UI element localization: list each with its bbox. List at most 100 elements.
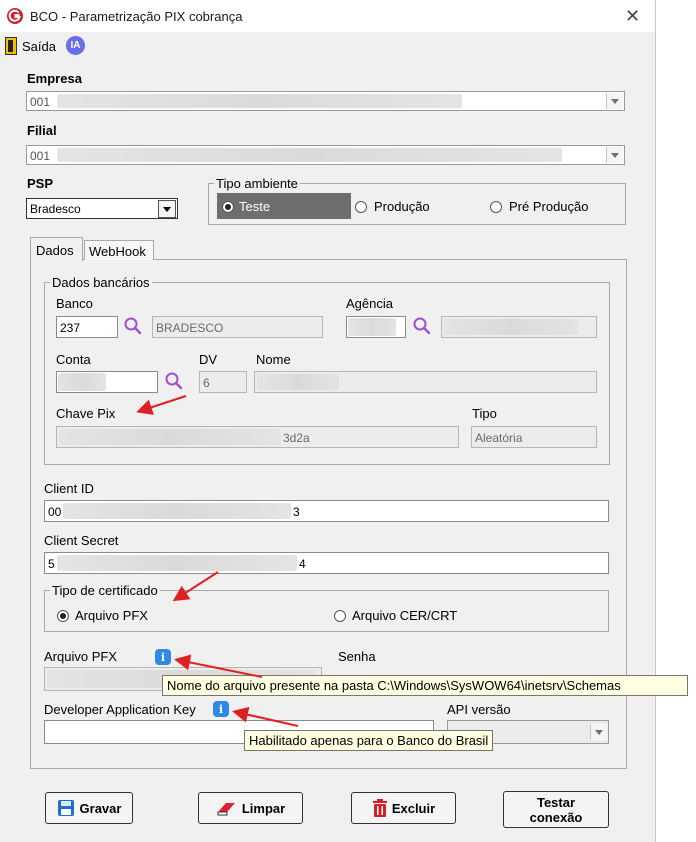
ambiente-label: Tipo ambiente (214, 176, 300, 191)
chave-pix-value: 3d2a (283, 431, 310, 445)
chevron-down-icon[interactable] (590, 724, 607, 740)
dv-label: DV (199, 352, 218, 367)
client-secret-value-end: 4 (299, 557, 306, 571)
dv-value: 6 (203, 376, 210, 390)
testar-label-line2: conexão (529, 809, 583, 825)
eraser-icon (217, 803, 235, 816)
conta-input[interactable] (56, 371, 158, 393)
search-icon[interactable] (123, 316, 143, 336)
empresa-value: 001 (30, 95, 51, 109)
radio-empty-icon (334, 610, 346, 622)
agencia-label: Agência (346, 296, 393, 311)
client-id-input[interactable]: 00 3 (44, 500, 609, 522)
gravar-label: Gravar (79, 800, 122, 816)
api-versao-label: API versão (447, 702, 511, 717)
menu-bar: Saída IA (0, 32, 655, 60)
redacted-blur (444, 319, 578, 335)
ai-assistant-icon[interactable]: IA (66, 36, 85, 55)
banco-nome-field: BRADESCO (152, 316, 323, 338)
excluir-button[interactable]: Excluir (351, 792, 456, 824)
psp-select[interactable]: Bradesco (26, 198, 178, 219)
chevron-down-icon[interactable] (158, 200, 176, 218)
testar-label-line1: Testar (536, 794, 576, 810)
trash-icon (372, 799, 387, 817)
radio-teste[interactable]: Teste (217, 193, 351, 219)
dev-key-tooltip: Habilitado apenas para o Banco do Brasil (244, 730, 494, 751)
empresa-select[interactable]: 001 (26, 91, 625, 111)
chave-pix-label: Chave Pix (56, 406, 116, 421)
redacted-blur (63, 503, 291, 519)
info-icon[interactable]: i (213, 701, 229, 717)
tipo-value: Aleatória (475, 431, 523, 445)
certificado-label: Tipo de certificado (50, 583, 160, 598)
arquivo-pfx-label: Arquivo PFX (44, 649, 117, 664)
tab-webhook[interactable]: WebHook (84, 240, 154, 260)
radio-cer-label: Arquivo CER/CRT (352, 608, 458, 623)
radio-pre-producao-label: Pré Produção (509, 199, 589, 214)
app-logo-icon (7, 8, 23, 24)
nome-field (254, 371, 597, 393)
senha-label: Senha (338, 649, 376, 664)
client-id-value-start: 00 (48, 505, 62, 519)
redacted-blur (57, 148, 562, 162)
dev-key-label: Developer Application Key (44, 702, 196, 717)
tab-dados[interactable]: Dados (30, 237, 83, 261)
arquivo-pfx-tooltip: Nome do arquivo presente na pasta C:\Win… (162, 675, 688, 696)
radio-selected-icon (57, 610, 69, 622)
radio-selected-icon (222, 201, 234, 213)
tipo-label: Tipo (472, 406, 497, 421)
redacted-blur (58, 373, 106, 391)
limpar-label: Limpar (241, 800, 286, 816)
psp-label: PSP (27, 176, 54, 191)
conta-label: Conta (56, 352, 91, 367)
radio-empty-icon (355, 201, 367, 213)
info-icon[interactable]: i (155, 649, 171, 665)
exit-door-icon[interactable] (5, 37, 17, 55)
agencia-nome-field (441, 316, 597, 338)
search-icon[interactable] (164, 371, 184, 391)
chave-pix-field: 3d2a (56, 426, 459, 448)
exit-menu-item[interactable]: Saída (22, 39, 56, 54)
redacted-blur (59, 429, 281, 445)
redacted-blur (257, 374, 339, 390)
dados-bancarios-label: Dados bancários (50, 275, 152, 290)
tipo-field: Aleatória (471, 426, 597, 448)
banco-codigo-input[interactable]: 237 (56, 316, 118, 338)
radio-producao-label: Produção (374, 199, 430, 214)
psp-value: Bradesco (30, 202, 81, 216)
nome-label: Nome (256, 352, 291, 367)
window-title: BCO - Parametrização PIX cobrança (30, 9, 243, 24)
radio-empty-icon (490, 201, 502, 213)
client-secret-input[interactable]: 5 4 (44, 552, 609, 574)
save-icon (57, 800, 74, 816)
filial-label: Filial (27, 123, 57, 138)
filial-select[interactable]: 001 (26, 145, 625, 165)
limpar-button[interactable]: Limpar (198, 792, 303, 824)
client-id-label: Client ID (44, 481, 94, 496)
excluir-label: Excluir (391, 800, 436, 816)
tab-webhook-label: WebHook (89, 244, 146, 259)
dv-field: 6 (199, 371, 247, 393)
banco-codigo-value: 237 (60, 321, 81, 335)
title-bar: BCO - Parametrização PIX cobrança ✕ (0, 0, 655, 32)
chevron-down-icon[interactable] (606, 93, 623, 109)
tab-dados-label: Dados (36, 243, 74, 258)
agencia-input[interactable] (346, 316, 406, 338)
client-id-value-end: 3 (293, 505, 300, 519)
close-button[interactable]: ✕ (625, 6, 640, 27)
redacted-blur (57, 94, 462, 108)
client-secret-value-start: 5 (48, 557, 55, 571)
main-window: BCO - Parametrização PIX cobrança ✕ Saíd… (0, 0, 656, 842)
banco-label: Banco (56, 296, 93, 311)
testar-conexao-button[interactable]: Testar conexão (503, 791, 609, 828)
banco-nome-value: BRADESCO (156, 321, 224, 335)
gravar-button[interactable]: Gravar (45, 792, 133, 824)
radio-teste-label: Teste (239, 199, 271, 214)
radio-pfx-label: Arquivo PFX (75, 608, 148, 623)
client-secret-label: Client Secret (44, 533, 119, 548)
chevron-down-icon[interactable] (606, 147, 623, 163)
redacted-blur (348, 318, 396, 336)
empresa-label: Empresa (27, 71, 82, 86)
redacted-blur (57, 555, 297, 571)
search-icon[interactable] (412, 316, 432, 336)
